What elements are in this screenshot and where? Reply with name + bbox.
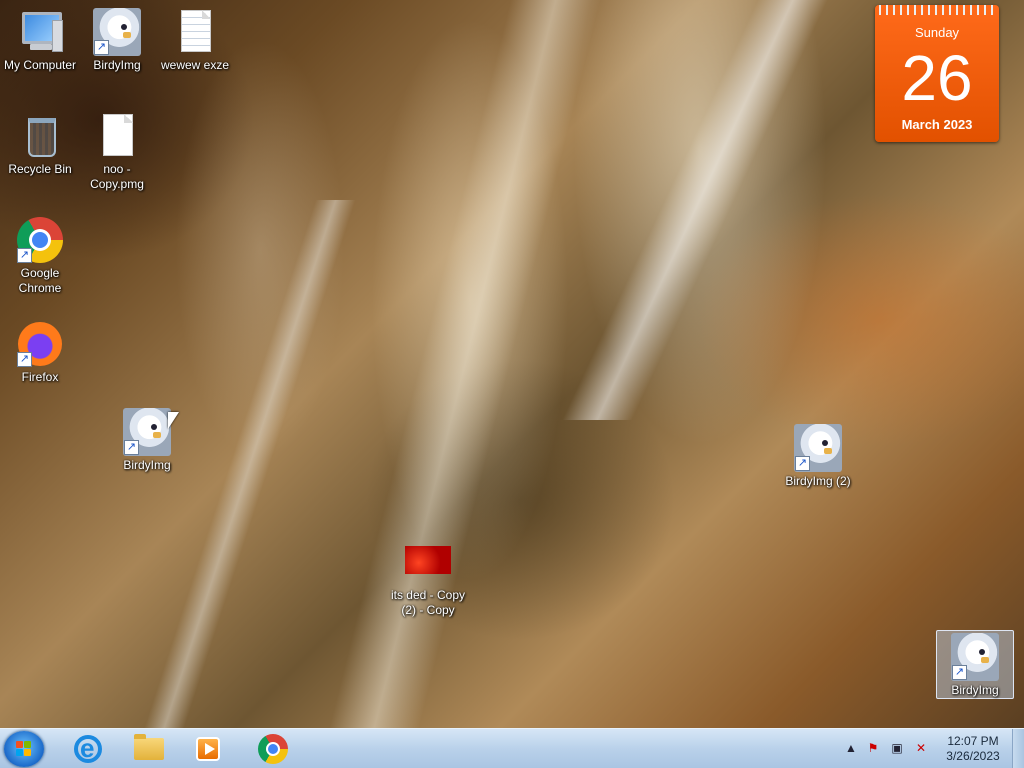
taskbar-app-media-player[interactable]: [182, 731, 234, 767]
desktop-icon-label: My Computer: [3, 58, 77, 72]
internet-explorer-icon: [74, 733, 102, 764]
chrome-icon: ↗: [16, 216, 64, 264]
chrome-icon: [258, 734, 288, 764]
desktop-icon-birdyimg[interactable]: ↗ BirdyImg: [77, 8, 157, 73]
image-file-icon: [404, 538, 452, 586]
desktop-icon-label: BirdyImg (2): [785, 474, 851, 488]
recycle-bin-icon: [16, 112, 64, 160]
desktop-icon-firefox[interactable]: ↗ Firefox: [0, 320, 80, 385]
desktop-icon-its-ded-copy[interactable]: its ded - Copy (2) - Copy: [385, 538, 471, 618]
blank-file-icon: [93, 112, 141, 160]
calendar-day-name: Sunday: [914, 25, 960, 40]
desktop-icon-birdyimg-selected[interactable]: ↗ BirdyImg: [936, 630, 1014, 699]
network-icon[interactable]: ▣: [890, 741, 904, 755]
start-button[interactable]: [4, 731, 44, 767]
shortcut-arrow-icon: ↗: [952, 665, 967, 680]
desktop-icon-label: wewew exze: [160, 58, 230, 72]
computer-icon: [16, 8, 64, 56]
wallpaper-highlight: [562, 0, 828, 420]
calendar-month-year: March 2023: [901, 117, 973, 132]
desktop-icon-label: noo - Copy.pmg: [90, 162, 144, 191]
bird-image-icon: ↗: [794, 424, 842, 472]
show-hidden-icons-chevron-icon[interactable]: ▲: [844, 741, 858, 755]
system-clock[interactable]: 12:07 PM 3/26/2023: [940, 734, 1006, 764]
text-file-icon: [171, 8, 219, 56]
wallpaper-highlight: [329, 0, 601, 728]
desktop-icon-my-computer[interactable]: My Computer: [0, 8, 80, 73]
desktop-icon-label: Firefox: [21, 370, 59, 384]
desktop-icon-recycle-bin[interactable]: Recycle Bin: [0, 112, 80, 177]
desktop-icon-noo-copy[interactable]: noo - Copy.pmg: [77, 112, 157, 192]
shortcut-arrow-icon: ↗: [17, 352, 32, 367]
shortcut-arrow-icon: ↗: [795, 456, 810, 471]
taskbar-app-internet-explorer[interactable]: [62, 731, 114, 767]
bird-image-icon: ↗: [951, 633, 999, 681]
desktop-icon-birdyimg-2[interactable]: ↗ BirdyImg (2): [778, 424, 858, 489]
shortcut-arrow-icon: ↗: [124, 440, 139, 455]
desktop-icon-google-chrome[interactable]: ↗ Google Chrome: [0, 216, 80, 296]
volume-muted-icon[interactable]: ✕: [914, 741, 928, 755]
desktop: My Computer ↗ BirdyImg wewew exze Recycl…: [0, 0, 1024, 728]
windows-logo-icon: [16, 741, 32, 757]
mouse-cursor: [168, 412, 179, 429]
desktop-icon-label: Recycle Bin: [8, 162, 72, 176]
action-center-flag-icon[interactable]: ⚑: [866, 741, 880, 755]
file-explorer-icon: [134, 734, 164, 760]
calendar-gadget[interactable]: Sunday 26 March 2023: [875, 5, 999, 142]
bird-image-icon: ↗: [123, 408, 171, 456]
firefox-icon: ↗: [16, 320, 64, 368]
desktop-icon-label: BirdyImg: [951, 683, 999, 697]
desktop-icon-label: BirdyImg: [123, 458, 171, 472]
bird-image-icon: ↗: [93, 8, 141, 56]
desktop-icon-label: Google Chrome: [18, 266, 62, 295]
shortcut-arrow-icon: ↗: [94, 40, 109, 55]
calendar-rings: [879, 5, 995, 15]
taskbar-app-chrome[interactable]: [246, 731, 298, 767]
clock-time: 12:07 PM: [947, 734, 999, 748]
media-player-icon: [196, 737, 220, 761]
desktop-icon-label: BirdyImg: [93, 58, 141, 72]
calendar-day-number: 26: [901, 42, 973, 114]
shortcut-arrow-icon: ↗: [17, 248, 32, 263]
taskbar-app-file-explorer[interactable]: [122, 731, 174, 767]
clock-date: 3/26/2023: [946, 749, 1000, 763]
show-desktop-button[interactable]: [1012, 729, 1024, 768]
desktop-icon-wewew-exze[interactable]: wewew exze: [155, 8, 235, 73]
taskbar: ▲ ⚑ ▣ ✕ 12:07 PM 3/26/2023: [0, 728, 1024, 768]
desktop-icon-label: its ded - Copy (2) - Copy: [390, 588, 466, 617]
